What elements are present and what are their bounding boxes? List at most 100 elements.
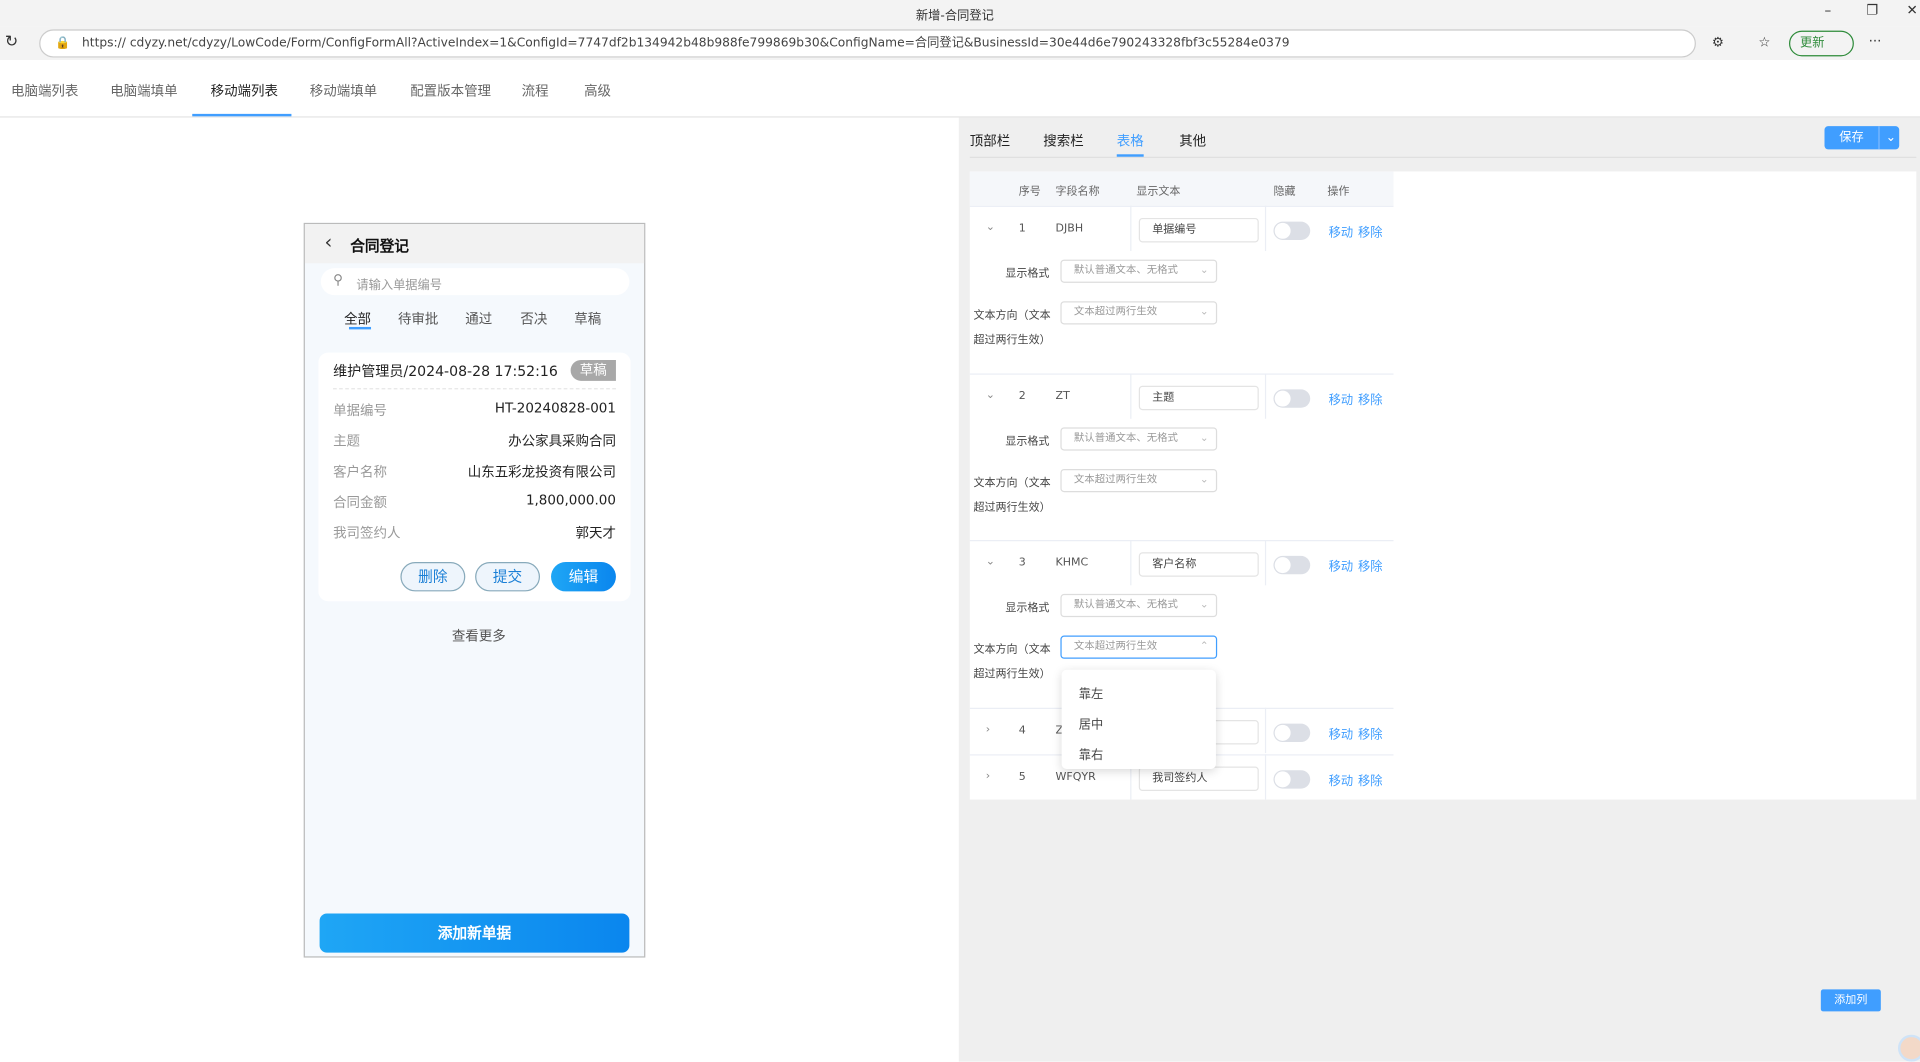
add-record-button[interactable]: 添加新单据 xyxy=(319,913,630,953)
search-input[interactable]: ⚲ 请输入单据编号 xyxy=(320,268,630,296)
tab-mobile-list[interactable]: 移动端列表 xyxy=(211,81,278,101)
chevron-down-icon: ⌄ xyxy=(1199,598,1209,612)
url-text: https:// cdyzy.net/cdyzy/LowCode/Form/Co… xyxy=(82,36,1290,51)
mobile-tab-all[interactable]: 全部 xyxy=(344,309,371,329)
hidden-toggle[interactable] xyxy=(1273,555,1311,575)
config-tab-other[interactable]: 其他 xyxy=(1179,131,1206,151)
chevron-down-icon[interactable]: ⌄ xyxy=(986,556,995,568)
update-button[interactable]: 更新 xyxy=(1788,30,1854,57)
submit-button[interactable]: 提交 xyxy=(475,562,541,592)
address-bar[interactable]: 🔒 https:// cdyzy.net/cdyzy/LowCode/Form/C… xyxy=(39,29,1696,58)
more-icon[interactable]: ··· xyxy=(1869,33,1882,49)
hidden-toggle[interactable] xyxy=(1273,723,1311,743)
remove-link[interactable]: 移除 xyxy=(1358,222,1382,240)
mobile-tab-indicator xyxy=(348,326,372,330)
dropdown-option-center[interactable]: 居中 xyxy=(1079,714,1103,732)
direction-label: 文本方向（文本 xyxy=(973,309,1051,323)
move-link[interactable]: 移动 xyxy=(1329,724,1353,742)
row-field-name: DJBH xyxy=(1055,222,1084,236)
header-text: 显示文本 xyxy=(1136,186,1181,199)
hidden-toggle[interactable] xyxy=(1273,221,1311,241)
row-index: 4 xyxy=(1018,724,1026,738)
chevron-down-icon[interactable]: ⌄ xyxy=(986,389,995,401)
tab-pc-form[interactable]: 电脑端填单 xyxy=(110,81,177,101)
record-card[interactable]: 维护管理员/2024-08-28 17:52:16 草稿 单据编号 HT-2024… xyxy=(318,352,631,602)
format-value: 默认普通文本、无格式 xyxy=(1073,264,1178,277)
remove-link[interactable]: 移除 xyxy=(1358,724,1382,742)
direction-label-2: 超过两行生效） xyxy=(973,502,1051,515)
remove-link[interactable]: 移除 xyxy=(1358,389,1382,407)
config-tab-table[interactable]: 表格 xyxy=(1117,131,1144,151)
load-more-link[interactable]: 查看更多 xyxy=(452,626,506,646)
close-icon[interactable]: ✕ xyxy=(1907,2,1918,18)
tab-flow[interactable]: 流程 xyxy=(522,81,549,101)
card-field: 客户名称 山东五彩龙投资有限公司 xyxy=(333,462,616,482)
direction-label: 文本方向（文本 xyxy=(973,644,1051,657)
mobile-tab-draft[interactable]: 草稿 xyxy=(574,309,601,329)
config-tab-topbar[interactable]: 顶部栏 xyxy=(970,131,1010,151)
mobile-tab-pending[interactable]: 待审批 xyxy=(398,309,438,329)
mobile-tab-approved[interactable]: 通过 xyxy=(465,309,492,329)
move-link[interactable]: 移动 xyxy=(1329,556,1353,574)
add-column-button[interactable]: 添加列 xyxy=(1820,989,1881,1012)
active-tab-indicator xyxy=(192,113,292,117)
format-label: 显示格式 xyxy=(1005,435,1050,449)
field-label: 我司签约人 xyxy=(333,525,401,542)
chevron-down-icon[interactable]: ⌄ xyxy=(1878,126,1896,150)
mobile-title: 合同登记 xyxy=(350,237,410,255)
window-title: 新增-合同登记 xyxy=(915,9,994,24)
tab-version[interactable]: 配置版本管理 xyxy=(410,81,491,101)
chevron-right-icon[interactable]: › xyxy=(986,770,990,782)
header-field: 字段名称 xyxy=(1055,186,1100,199)
lock-icon: 🔒 xyxy=(55,36,71,51)
favorites-icon[interactable]: ☆ xyxy=(1758,34,1770,50)
format-select[interactable]: 默认普通文本、无格式 ⌄ xyxy=(1060,427,1218,451)
col-divider xyxy=(1130,205,1132,252)
display-text-input[interactable]: 主题 xyxy=(1138,385,1259,411)
chevron-down-icon: ⌄ xyxy=(1199,306,1209,319)
reload-icon[interactable]: ↻ xyxy=(5,33,18,51)
col-divider xyxy=(1264,754,1267,800)
chevron-down-icon: ⌄ xyxy=(1199,432,1209,445)
field-value: 办公家具采购合同 xyxy=(508,433,616,450)
assistant-avatar[interactable] xyxy=(1897,1034,1920,1062)
delete-button[interactable]: 删除 xyxy=(400,562,466,592)
config-tab-searchbar[interactable]: 搜索栏 xyxy=(1043,131,1083,151)
hidden-toggle[interactable] xyxy=(1273,770,1311,789)
direction-select[interactable]: 文本超过两行生效 ⌄ xyxy=(1060,468,1218,493)
mobile-tab-rejected[interactable]: 否决 xyxy=(520,309,547,329)
field-label: 单据编号 xyxy=(333,402,387,419)
field-value: 山东五彩龙投资有限公司 xyxy=(467,464,616,481)
remove-link[interactable]: 移除 xyxy=(1358,556,1382,574)
remove-link[interactable]: 移除 xyxy=(1358,770,1382,788)
back-icon[interactable]: ‹ xyxy=(324,230,332,253)
col-divider xyxy=(1264,205,1267,252)
direction-select[interactable]: 文本超过两行生效 ⌃ xyxy=(1060,635,1218,659)
move-link[interactable]: 移动 xyxy=(1329,222,1353,240)
display-text-input[interactable]: 单据编号 xyxy=(1138,217,1259,243)
extensions-icon[interactable]: ⚙ xyxy=(1712,34,1724,50)
dropdown-option-right[interactable]: 靠右 xyxy=(1079,744,1103,762)
tab-advanced[interactable]: 高级 xyxy=(584,81,611,101)
format-select[interactable]: 默认普通文本、无格式 ⌄ xyxy=(1060,593,1218,618)
chevron-down-icon[interactable]: ⌄ xyxy=(986,222,995,234)
move-link[interactable]: 移动 xyxy=(1329,770,1353,788)
format-select[interactable]: 默认普通文本、无格式 ⌄ xyxy=(1060,259,1218,283)
minimize-icon[interactable]: – xyxy=(1825,2,1832,18)
display-text-input[interactable]: 我司签约人 xyxy=(1138,766,1259,792)
move-link[interactable]: 移动 xyxy=(1329,389,1353,407)
tab-mobile-form[interactable]: 移动端填单 xyxy=(310,81,377,101)
save-button[interactable]: 保存 ⌄ xyxy=(1824,126,1900,150)
display-text-input[interactable]: 客户名称 xyxy=(1138,552,1259,577)
header-hidden: 隐藏 xyxy=(1273,186,1296,199)
config-tabs-divider xyxy=(969,156,1917,158)
hidden-toggle[interactable] xyxy=(1273,389,1311,408)
col-divider xyxy=(1130,540,1132,586)
edit-button[interactable]: 编辑 xyxy=(551,562,616,592)
chevron-right-icon[interactable]: › xyxy=(986,724,990,736)
direction-select[interactable]: 文本超过两行生效 ⌄ xyxy=(1060,301,1218,325)
tab-pc-list[interactable]: 电脑端列表 xyxy=(11,81,78,101)
dropdown-option-left[interactable]: 靠左 xyxy=(1079,683,1103,701)
row-index: 3 xyxy=(1018,557,1026,570)
restore-icon[interactable]: ❐ xyxy=(1866,2,1878,18)
